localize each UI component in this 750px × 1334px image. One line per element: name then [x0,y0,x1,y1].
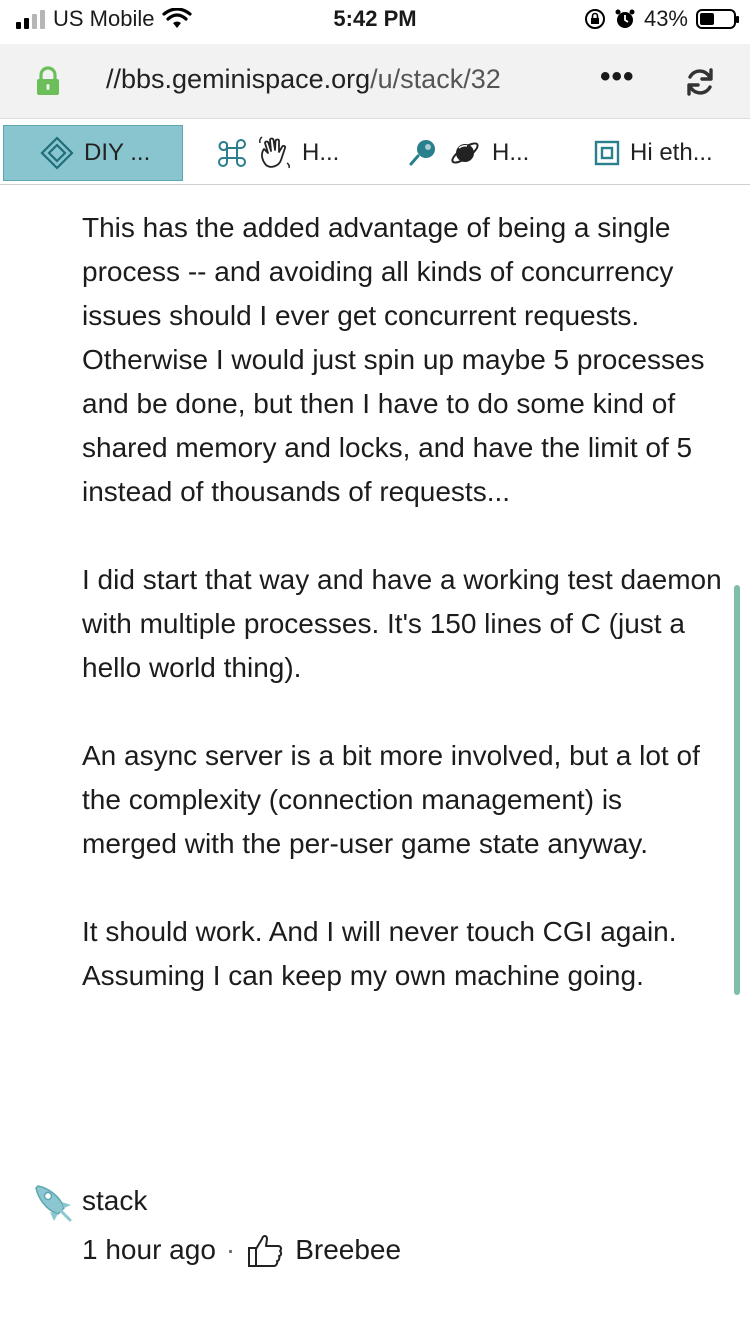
status-bar: US Mobile 5:42 PM 43% [0,0,750,40]
post-author: stack [28,1178,147,1224]
post-paragraph: This has the added advantage of being a … [82,212,705,507]
post-body: This has the added advantage of being a … [82,206,722,998]
url-bar: //bbs.geminispace.org/u/stack/32 ••• [0,44,750,119]
tab-h-2[interactable]: H... [408,125,529,181]
alarm-icon [615,9,635,28]
planet-icon [451,142,479,164]
battery-percent: 43% [643,6,688,31]
tab-h-1[interactable]: H... [218,125,339,181]
diamond-icon [40,136,74,170]
tab-label: Hi eth... [630,139,713,166]
tab-diy[interactable]: DIY ... [3,125,183,181]
waving-hand-icon [259,136,290,169]
reaction-user[interactable]: Breebee [295,1234,401,1266]
author-name[interactable]: stack [82,1185,147,1217]
square-target-icon [594,140,620,166]
comet-icon [409,140,435,166]
status-right: 43% [584,6,739,32]
url-path: /u/stack/32 [370,64,501,94]
post-meta: 1 hour ago · Breebee [82,1230,401,1270]
url-host: //bbs.geminispace.org [106,64,371,94]
rotation-lock-icon [584,9,605,29]
tab-bar: DIY ... H... H... Hi eth... [0,122,750,185]
rocket-icon [35,1185,72,1222]
post-paragraph: An async server is a bit more involved, … [82,740,700,859]
post-paragraph: It should work. And I will never touch C… [82,916,677,991]
lock-icon[interactable] [35,66,61,96]
tab-label: H... [492,139,530,166]
meta-separator: · [225,1234,236,1265]
tab-label: H... [302,139,340,166]
scrollbar-thumb[interactable] [734,585,740,995]
thumbs-up-icon[interactable] [245,1230,285,1270]
post-time[interactable]: 1 hour ago [82,1234,216,1266]
address-field[interactable]: //bbs.geminispace.org/u/stack/32 [106,64,501,95]
battery-icon [696,9,739,29]
tab-hi-eth[interactable]: Hi eth... [594,125,713,181]
tab-label: DIY ... [84,139,151,166]
command-icon [218,139,246,167]
post-paragraph: I did start that way and have a working … [82,564,722,683]
more-icon[interactable]: ••• [600,60,635,94]
reload-icon[interactable] [684,66,716,98]
